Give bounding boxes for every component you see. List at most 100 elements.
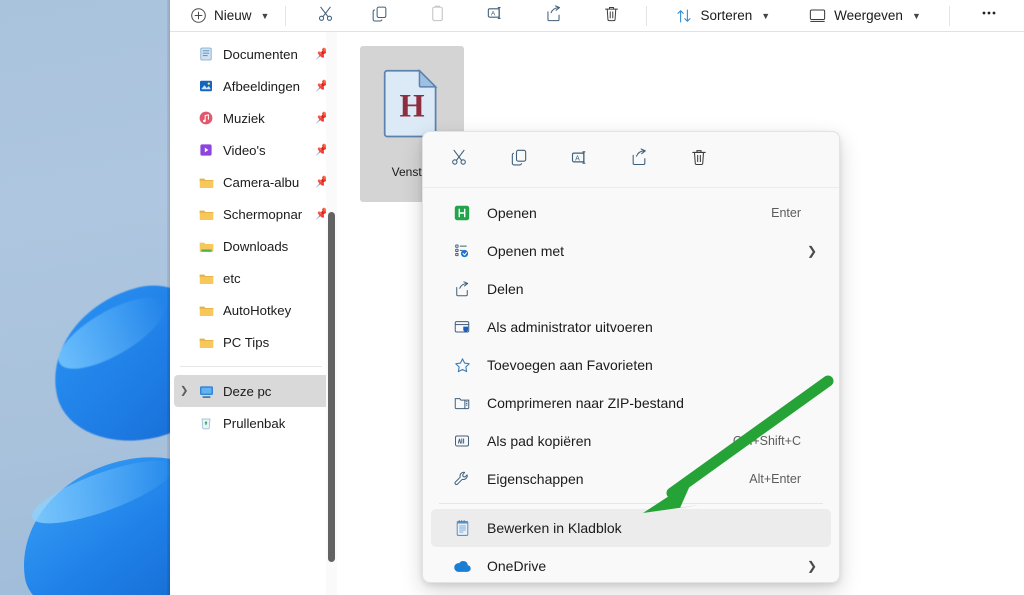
menu-item-label: Delen [487, 281, 524, 297]
onedrive-icon [451, 558, 473, 574]
sidebar-item-videos[interactable]: Video's 📌 [174, 134, 334, 166]
folder-icon [196, 302, 216, 319]
svg-text:A: A [491, 11, 496, 18]
menu-item-label: OneDrive [487, 558, 547, 574]
menu-item-accelerator: Enter [771, 206, 801, 220]
context-menu-divider [439, 503, 823, 504]
rename-icon: A [569, 147, 590, 173]
paste-button[interactable] [418, 2, 456, 30]
svg-text:A: A [575, 155, 580, 162]
zip-folder-icon [451, 394, 473, 412]
open-with-icon [451, 242, 473, 260]
folder-icon [196, 206, 216, 223]
toolbar-separator-2 [646, 5, 648, 26]
sidebar-item-label: Prullenbak [223, 415, 286, 431]
trash-icon [689, 147, 709, 172]
copy-path-icon [451, 432, 473, 450]
menu-item-onedrive[interactable]: OneDrive ❯ [431, 547, 831, 582]
sidebar-item-afbeeldingen[interactable]: Afbeeldingen 📌 [174, 70, 334, 102]
share-button[interactable] [534, 2, 572, 30]
this-pc-icon [196, 383, 216, 400]
sidebar-item-muziek[interactable]: Muziek 📌 [174, 102, 334, 134]
chevron-right-icon: ❯ [806, 244, 817, 258]
share-icon [544, 4, 563, 28]
view-button[interactable]: Weergeven ▼ [800, 2, 929, 30]
menu-item-als-pad-kopieren[interactable]: Als pad kopiëren Ctrl+Shift+C [431, 422, 831, 460]
scissors-icon [449, 147, 469, 172]
menu-item-bewerken-in-kladblok[interactable]: Bewerken in Kladblok [431, 509, 831, 547]
toolbar-separator [285, 5, 287, 26]
context-menu-quick-actions: A [423, 132, 839, 188]
menu-item-eigenschappen[interactable]: Eigenschappen Alt+Enter [431, 460, 831, 498]
new-button-label: Nieuw [214, 8, 252, 23]
chevron-right-icon: ❯ [806, 559, 817, 573]
menu-item-label: Openen [487, 205, 537, 221]
svg-text:H: H [399, 87, 424, 123]
menu-item-accelerator: Alt+Enter [749, 472, 801, 486]
menu-item-openen-met[interactable]: Openen met ❯ [431, 232, 831, 270]
sidebar-item-downloads[interactable]: Downloads [174, 230, 334, 262]
rename-button[interactable]: A [476, 2, 514, 30]
screen: Nieuw ▼ A Sorteren ▼ Weergeven ▼ Documen… [0, 0, 1024, 595]
copy-button[interactable] [360, 2, 398, 30]
menu-item-label: Bewerken in Kladblok [487, 520, 622, 536]
menu-item-label: Openen met [487, 243, 565, 259]
sidebar-item-prullenbak[interactable]: Prullenbak [174, 407, 334, 439]
chevron-down-icon: ▼ [761, 10, 771, 21]
sidebar-item-schermopnames[interactable]: Schermopnar 📌 [174, 198, 334, 230]
cut-button[interactable] [306, 2, 344, 30]
menu-item-openen[interactable]: Openen Enter [431, 194, 831, 232]
menu-item-toevoegen-aan-favorieten[interactable]: Toevoegen aan Favorieten [431, 346, 831, 384]
wrench-icon [451, 470, 473, 488]
delete-button[interactable] [592, 2, 630, 30]
context-menu-items: Openen Enter Openen met ❯ Delen Als admi… [423, 188, 839, 582]
sidebar-item-label: Schermopnar [223, 206, 303, 222]
navigation-scrollbar[interactable] [326, 32, 337, 595]
paste-icon [428, 4, 447, 28]
notepad-icon [451, 519, 473, 537]
sidebar-item-label: Downloads [223, 238, 289, 254]
sort-arrows-icon [675, 7, 693, 25]
sidebar-item-etc[interactable]: etc [174, 262, 334, 294]
folder-icon [196, 270, 216, 287]
more-options-button[interactable] [970, 2, 1008, 30]
sidebar-item-documenten[interactable]: Documenten 📌 [174, 38, 334, 70]
copy-icon [370, 4, 389, 28]
navigation-pane: Documenten 📌 Afbeeldingen 📌 Muziek 📌 Vid… [170, 32, 338, 595]
menu-item-label: Als administrator uitvoeren [487, 319, 653, 335]
sidebar-item-label: Documenten [223, 46, 298, 62]
menu-item-comprimeren-naar-zip[interactable]: Comprimeren naar ZIP-bestand [431, 384, 831, 422]
documents-icon [196, 46, 216, 62]
context-cut-button[interactable] [437, 142, 481, 178]
sidebar-divider [180, 366, 322, 367]
share-icon [451, 280, 473, 298]
wallpaper-bloom-shape-upper [36, 271, 170, 459]
new-button[interactable]: Nieuw ▼ [182, 2, 277, 30]
menu-item-delen[interactable]: Delen [431, 270, 831, 308]
menu-item-als-administrator-uitvoeren[interactable]: Als administrator uitvoeren [431, 308, 831, 346]
sidebar-item-deze-pc[interactable]: ❯ Deze pc [174, 375, 334, 407]
menu-item-label: Als pad kopiëren [487, 433, 592, 449]
trash-icon [602, 4, 621, 28]
sort-button[interactable]: Sorteren ▼ [667, 2, 778, 30]
chevron-right-icon[interactable]: ❯ [180, 386, 188, 397]
sidebar-item-label: AutoHotkey [223, 302, 292, 318]
chevron-down-icon: ▼ [911, 10, 921, 21]
explorer-command-bar: Nieuw ▼ A Sorteren ▼ Weergeven ▼ [170, 0, 1024, 32]
context-rename-button[interactable]: A [557, 142, 601, 178]
view-button-label: Weergeven [834, 8, 903, 23]
sidebar-item-label: Camera-albu [223, 174, 300, 190]
menu-item-label: Toevoegen aan Favorieten [487, 357, 653, 373]
context-copy-button[interactable] [497, 142, 541, 178]
sidebar-item-autohotkey[interactable]: AutoHotkey [174, 294, 334, 326]
sidebar-item-label: Muziek [223, 110, 265, 126]
downloads-icon [196, 238, 216, 255]
sidebar-item-label: PC Tips [223, 334, 270, 350]
context-delete-button[interactable] [677, 142, 721, 178]
sidebar-item-pc-tips[interactable]: PC Tips [174, 326, 334, 358]
html-app-icon [451, 204, 473, 222]
navigation-scrollbar-thumb[interactable] [328, 212, 335, 562]
scissors-icon [316, 4, 335, 28]
context-share-button[interactable] [617, 142, 661, 178]
sidebar-item-camera-album[interactable]: Camera-albu 📌 [174, 166, 334, 198]
